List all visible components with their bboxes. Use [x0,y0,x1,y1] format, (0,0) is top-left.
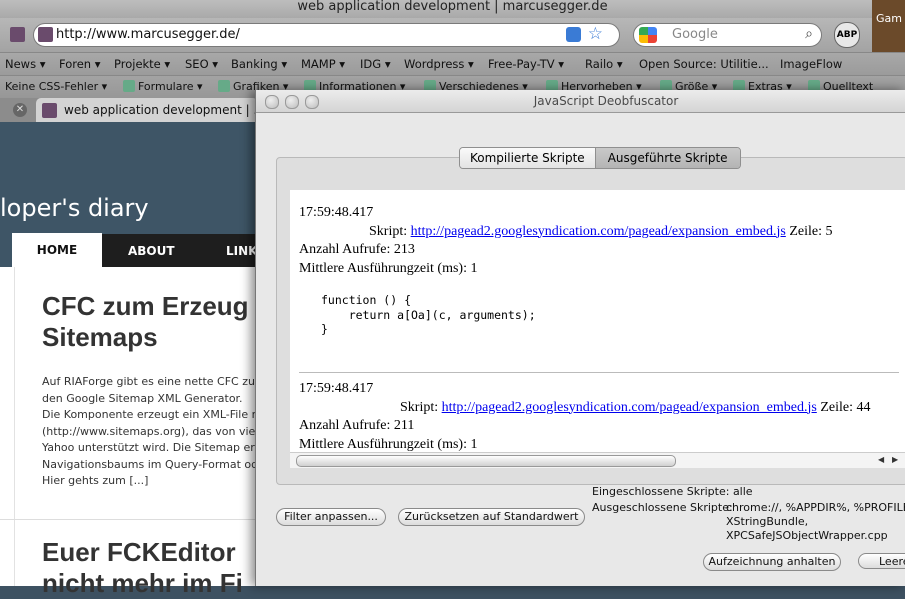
site-content: CFC zum Erzeug Sitemaps Auf RIAForge gib… [0,267,270,598]
wd-css-errors[interactable]: Keine CSS-Fehler ▾ [5,80,107,93]
tab-label: web application development | ... [64,103,265,117]
horizontal-scrollbar[interactable]: ◀ ▶ [290,452,905,468]
entry-script-line: Skript: http://pagead2.googlesyndication… [299,223,832,242]
site-header: loper's diary HOME ABOUT LINK [0,122,257,267]
post-title[interactable]: CFC zum Erzeug Sitemaps [42,291,282,353]
post-title[interactable]: Euer FCKEditor nicht mehr im Fi [42,537,243,599]
excluded-value-line: XPCSafeJSObjectWrapper.cpp [726,529,888,542]
browser-tab-active[interactable]: web application development | ... [36,98,265,122]
tab-compiled-scripts[interactable]: Kompilierte Skripte [460,148,596,168]
post-title-line: Sitemaps [42,322,158,352]
bookmark-star-icon[interactable]: ☆ [588,24,603,44]
site-tagline: loper's diary [0,194,149,222]
window-title: web application development | marcusegge… [297,0,608,14]
post-title-line: Euer FCKEditor [42,537,236,567]
post-title-line: nicht mehr im Fi [42,568,243,598]
bookmark-mamp[interactable]: MAMP ▾ [301,57,345,71]
entry-script-url[interactable]: http://pagead2.googlesyndication.com/pag… [411,224,786,239]
post-divider [0,519,255,520]
excluded-label: Ausgeschlossene Skripte: [592,501,733,514]
deobfuscator-window: JavaScript Deobfuscator Kompilierte Skri… [255,90,905,586]
entry-script-line: Skript: http://pagead2.googlesyndication… [299,399,870,418]
clear-button[interactable]: Leere [858,553,905,569]
entry-script-label: Skript: [400,399,439,415]
excluded-value-line: chrome://, %APPDIR%, %PROFILED [726,501,905,514]
entry-separator [299,372,899,373]
search-input[interactable]: Google ⌕ [633,23,822,47]
desktop-item-label: Gam [872,0,905,52]
entry-calls: Anzahl Aufrufe: 213 [299,242,415,257]
filter-button[interactable]: Filter anpassen... [276,508,386,526]
reset-defaults-button[interactable]: Zurücksetzen auf Standardwert [398,508,585,526]
bookmark-projekte[interactable]: Projekte ▾ [114,57,170,71]
included-scripts: Eingeschlossene Skripte: alle [592,485,753,498]
url-text[interactable]: http://www.marcusegger.de/ [56,27,240,42]
bookmark-banking[interactable]: Banking ▾ [231,57,287,71]
scroll-right-arrow-icon[interactable]: ▶ [892,455,898,464]
tab-favicon-icon [42,103,57,118]
window-title-bar: web application development | marcusegge… [0,0,905,18]
bookmark-foren[interactable]: Foren ▾ [59,57,101,71]
script-log[interactable]: 17:59:48.417 Skript: http://pagead2.goog… [290,190,905,452]
rss-feed-icon[interactable] [566,27,581,42]
entry-code: function () { return a[Oa](c, arguments)… [321,293,536,336]
bookmark-news[interactable]: News ▾ [5,57,46,71]
script-type-tabs: Kompilierte Skripte Ausgeführte Skripte [459,147,741,169]
adblock-plus-button[interactable]: ABP [834,22,860,48]
entry-script-url[interactable]: http://pagead2.googlesyndication.com/pag… [442,400,817,415]
bookmark-open-source[interactable]: Open Source: Utilitie... [639,57,769,71]
entry-average: Mittlere Ausführungzeit (ms): 1 [299,260,478,276]
entry-line: Zeile: 5 [789,223,833,239]
entry-time: 17:59:48.417 [299,205,374,220]
included-label: Eingeschlossene Skripte: [592,485,730,498]
wd-forms[interactable]: Formulare ▾ [123,80,203,93]
images-icon [218,80,230,92]
post-title-line: CFC zum Erzeug [42,291,249,321]
dialog-title-bar[interactable]: JavaScript Deobfuscator [256,90,905,113]
nav-about-link[interactable]: ABOUT [128,244,175,258]
nav-home-link[interactable]: HOME [12,233,102,267]
excluded-values: chrome://, %APPDIR%, %PROFILED XStringBu… [726,501,905,543]
scroll-left-arrow-icon[interactable]: ◀ [878,455,884,464]
close-tab-icon[interactable]: ✕ [13,103,27,117]
bookmark-imageflow[interactable]: ImageFlow [780,57,842,71]
entry-calls: Anzahl Aufrufe: 211 [299,418,415,433]
navigation-toolbar: http://www.marcusegger.de/ ☆ Google ⌕ AB… [0,18,905,52]
wd-forms-label: Formulare ▾ [138,80,203,93]
favicon-icon [38,27,53,42]
site-navigation: HOME ABOUT LINK [12,233,257,267]
bookmark-seo[interactable]: SEO ▾ [185,57,218,71]
magnifier-icon[interactable]: ⌕ [805,26,813,42]
dialog-title: JavaScript Deobfuscator [533,94,679,108]
log-entry: 17:59:48.417 Skript: http://pagead2.goog… [299,204,832,337]
excluded-scripts: Ausgeschlossene Skripte: chrome://, %APP… [592,501,905,542]
tab-executed-scripts[interactable]: Ausgeführte Skripte [595,148,740,168]
included-value: alle [732,485,753,498]
url-bar[interactable]: http://www.marcusegger.de/ ☆ [33,23,620,47]
excluded-value-line: XStringBundle, [726,515,809,528]
entry-script-label: Skript: [369,223,408,239]
bookmark-railo[interactable]: Railo ▾ [585,57,623,71]
bookmark-wordpress[interactable]: Wordpress ▾ [404,57,474,71]
entry-average: Mittlere Ausführungzeit (ms): 1 [299,436,478,452]
site-identity-icon[interactable] [10,27,25,42]
scrollbar-thumb[interactable] [296,455,676,467]
nav-links-link[interactable]: LINK [226,244,257,258]
log-entry: 17:59:48.417 Skript: http://pagead2.goog… [299,380,870,452]
bookmark-idg[interactable]: IDG ▾ [360,57,391,71]
stop-recording-button[interactable]: Aufzeichnung anhalten [703,553,841,571]
bookmark-free-pay-tv[interactable]: Free-Pay-TV ▾ [488,57,564,71]
entry-time: 17:59:48.417 [299,381,374,396]
bookmarks-toolbar: News ▾ Foren ▾ Projekte ▾ SEO ▾ Banking … [0,52,905,75]
entry-line: Zeile: 44 [820,399,871,415]
content-edge [0,267,15,586]
forms-icon [123,80,135,92]
google-search-engine-icon[interactable] [639,27,657,43]
search-placeholder: Google [672,27,718,42]
